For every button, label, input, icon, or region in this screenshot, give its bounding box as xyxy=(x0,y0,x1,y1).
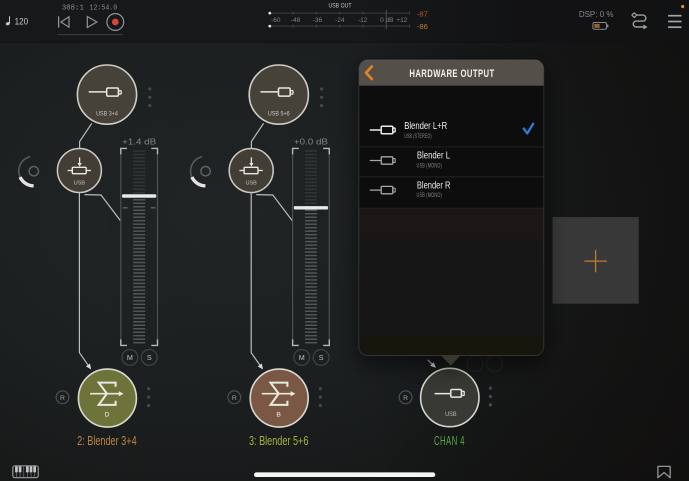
svg-text:-36: -36 xyxy=(313,17,323,24)
svg-text:CHAN 4: CHAN 4 xyxy=(434,434,465,448)
svg-text:-24: -24 xyxy=(335,17,345,24)
svg-text:-12: -12 xyxy=(358,17,368,24)
svg-text:USB 3+4: USB 3+4 xyxy=(96,111,118,118)
svg-text:S: S xyxy=(319,353,324,362)
svg-text:B: B xyxy=(276,411,281,418)
svg-text:2: Blender 3+4: 2: Blender 3+4 xyxy=(77,434,137,448)
svg-text:+1.4 dB: +1.4 dB xyxy=(122,137,157,146)
svg-text:-86: -86 xyxy=(417,22,428,31)
svg-text:120: 120 xyxy=(15,17,29,28)
svg-text:D: D xyxy=(104,411,109,418)
svg-text:-87: -87 xyxy=(417,9,428,18)
svg-text:USB 5+6: USB 5+6 xyxy=(268,111,290,118)
svg-text:USB (MONO): USB (MONO) xyxy=(417,163,443,170)
svg-text:+12: +12 xyxy=(396,17,407,24)
svg-text:M: M xyxy=(299,353,305,362)
svg-text:USB: USB xyxy=(74,180,85,186)
svg-text:R: R xyxy=(60,395,65,402)
svg-text:S: S xyxy=(147,353,152,362)
svg-text:12:54.0: 12:54.0 xyxy=(90,5,118,13)
svg-text:USB (MONO): USB (MONO) xyxy=(417,192,443,199)
svg-text:0 dB: 0 dB xyxy=(380,17,393,24)
svg-text:Blender L: Blender L xyxy=(417,151,450,162)
svg-text:Blender R: Blender R xyxy=(417,180,451,191)
svg-text:M: M xyxy=(127,353,133,362)
svg-text:USB OUT: USB OUT xyxy=(329,3,352,10)
svg-text:R: R xyxy=(232,395,237,402)
svg-text:+0.0 dB: +0.0 dB xyxy=(294,137,329,146)
svg-text:Blender L+R: Blender L+R xyxy=(404,121,447,132)
svg-text:USB: USB xyxy=(445,411,457,418)
svg-text:DSP: 0 %: DSP: 0 % xyxy=(579,10,614,19)
svg-text:3: Blender 5+6: 3: Blender 5+6 xyxy=(249,434,309,448)
svg-text:HARDWARE OUTPUT: HARDWARE OUTPUT xyxy=(409,68,494,80)
svg-text:USB: USB xyxy=(246,180,257,186)
svg-text:USB (STEREO): USB (STEREO) xyxy=(404,133,432,140)
svg-text:-48: -48 xyxy=(291,17,301,24)
svg-text:R: R xyxy=(403,395,408,402)
svg-text:-60: -60 xyxy=(271,17,281,24)
svg-text:388:1: 388:1 xyxy=(62,5,85,13)
